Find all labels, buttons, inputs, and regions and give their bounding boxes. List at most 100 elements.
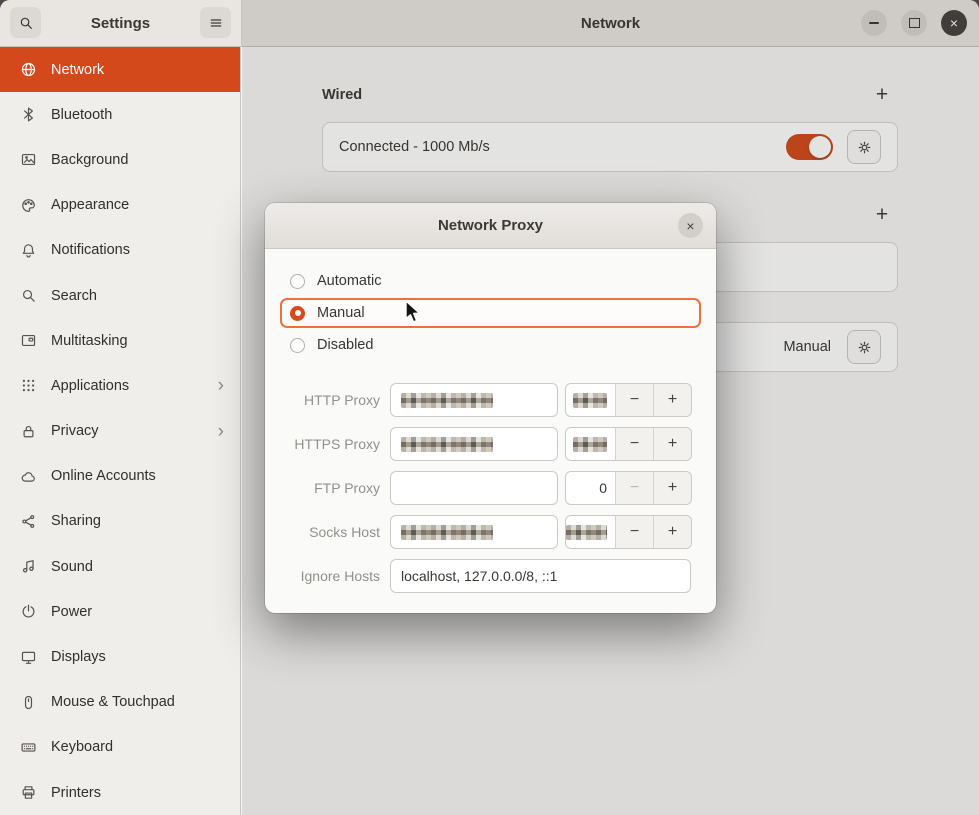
http-proxy-port-spinner: − +: [565, 383, 692, 417]
music-note-icon: [20, 558, 37, 575]
field-label: FTP Proxy: [280, 480, 380, 496]
share-icon: [20, 513, 37, 530]
https-proxy-row: HTTPS Proxy − +: [280, 427, 716, 461]
socks-host-row: Socks Host − +: [280, 515, 716, 549]
ftp-proxy-row: FTP Proxy 0 − +: [280, 471, 716, 505]
sidebar-item-label: Network: [51, 62, 104, 78]
redacted-port-value: [566, 525, 607, 540]
sidebar-item-privacy[interactable]: Privacy ›: [0, 409, 240, 454]
bluetooth-icon: [20, 106, 37, 123]
sidebar-item-bluetooth[interactable]: Bluetooth: [0, 92, 240, 137]
sidebar-item-network[interactable]: Network: [0, 47, 240, 92]
sidebar-item-search[interactable]: Search: [0, 273, 240, 318]
settings-sidebar: Network Bluetooth Background Appearance …: [0, 47, 241, 815]
field-label: HTTPS Proxy: [280, 436, 380, 452]
ignore-hosts-input[interactable]: localhost, 127.0.0.0/8, ::1: [390, 559, 691, 593]
socks-port-spinner: − +: [565, 515, 692, 549]
sidebar-item-applications[interactable]: Applications ›: [0, 363, 240, 408]
dialog-headerbar: Network Proxy ×: [265, 203, 716, 249]
http-proxy-row: HTTP Proxy − +: [280, 383, 716, 417]
port-increment-button[interactable]: +: [653, 428, 691, 460]
socks-host-input[interactable]: [390, 515, 558, 549]
proxy-option-manual[interactable]: Manual: [280, 298, 701, 328]
port-value[interactable]: [566, 428, 615, 460]
ftp-proxy-port-spinner: 0 − +: [565, 471, 692, 505]
sidebar-item-background[interactable]: Background: [0, 137, 240, 182]
sidebar-item-multitasking[interactable]: Multitasking: [0, 318, 240, 363]
mouse-icon: [20, 694, 37, 711]
port-value[interactable]: 0: [566, 472, 615, 504]
field-label: Socks Host: [280, 524, 380, 540]
radio-unchecked-icon: [290, 338, 305, 353]
sidebar-item-label: Sharing: [51, 513, 101, 529]
ftp-proxy-host-input[interactable]: [390, 471, 558, 505]
proxy-option-disabled[interactable]: Disabled: [280, 330, 701, 360]
dialog-title: Network Proxy: [438, 217, 543, 234]
chevron-right-icon: ›: [218, 376, 240, 395]
port-increment-button[interactable]: +: [653, 516, 691, 548]
sidebar-item-sharing[interactable]: Sharing: [0, 499, 240, 544]
dialog-close-button[interactable]: ×: [678, 213, 703, 238]
sidebar-item-notifications[interactable]: Notifications: [0, 228, 240, 273]
sidebar-item-label: Bluetooth: [51, 107, 112, 123]
ignore-hosts-row: Ignore Hosts localhost, 127.0.0.0/8, ::1: [280, 559, 716, 593]
sidebar-item-label: Mouse & Touchpad: [51, 694, 175, 710]
chevron-right-icon: ›: [218, 422, 240, 441]
radio-label: Disabled: [317, 337, 373, 353]
field-label: HTTP Proxy: [280, 392, 380, 408]
redacted-host-value: [401, 437, 493, 452]
multitasking-icon: [20, 332, 37, 349]
sidebar-headerbar: Settings: [0, 0, 242, 47]
sidebar-item-sound[interactable]: Sound: [0, 544, 240, 589]
ignore-hosts-value: localhost, 127.0.0.0/8, ::1: [401, 568, 557, 584]
printer-icon: [20, 784, 37, 801]
sidebar-item-keyboard[interactable]: Keyboard: [0, 725, 240, 770]
port-decrement-button[interactable]: −: [615, 428, 653, 460]
apps-grid-icon: [20, 377, 37, 394]
https-proxy-port-spinner: − +: [565, 427, 692, 461]
sidebar-item-power[interactable]: Power: [0, 589, 240, 634]
radio-checked-icon: [290, 306, 305, 321]
sidebar-item-label: Notifications: [51, 242, 130, 258]
search-icon: [20, 287, 37, 304]
redacted-port-value: [573, 437, 607, 452]
port-increment-button[interactable]: +: [653, 384, 691, 416]
port-decrement-button[interactable]: −: [615, 384, 653, 416]
menu-button[interactable]: [200, 7, 231, 38]
proxy-option-automatic[interactable]: Automatic: [280, 266, 701, 296]
radio-unchecked-icon: [290, 274, 305, 289]
port-decrement-button: −: [615, 472, 653, 504]
port-value[interactable]: [566, 384, 615, 416]
redacted-port-value: [573, 393, 607, 408]
sidebar-item-label: Keyboard: [51, 739, 113, 755]
radio-dot: [295, 310, 301, 316]
palette-icon: [20, 197, 37, 214]
sidebar-item-label: Background: [51, 152, 128, 168]
sidebar-item-mouse-touchpad[interactable]: Mouse & Touchpad: [0, 680, 240, 725]
sidebar-item-label: Multitasking: [51, 333, 128, 349]
http-proxy-host-input[interactable]: [390, 383, 558, 417]
sidebar-item-label: Printers: [51, 785, 101, 801]
radio-label: Manual: [317, 305, 365, 321]
sidebar-item-printers[interactable]: Printers: [0, 770, 240, 815]
sidebar-item-online-accounts[interactable]: Online Accounts: [0, 454, 240, 499]
dialog-body: Automatic Manual Disabled HTTP Proxy − +: [265, 249, 716, 593]
keyboard-icon: [20, 739, 37, 756]
search-button[interactable]: [10, 7, 41, 38]
sidebar-item-appearance[interactable]: Appearance: [0, 183, 240, 228]
search-icon: [18, 15, 34, 31]
port-value[interactable]: [566, 516, 615, 548]
sidebar-item-label: Privacy: [51, 423, 99, 439]
sidebar-item-label: Search: [51, 288, 97, 304]
sidebar-item-displays[interactable]: Displays: [0, 634, 240, 679]
network-proxy-dialog: Network Proxy × Automatic Manual Disable…: [265, 203, 716, 613]
port-increment-button[interactable]: +: [653, 472, 691, 504]
globe-icon: [20, 61, 37, 78]
port-decrement-button[interactable]: −: [615, 516, 653, 548]
proxy-form: HTTP Proxy − + HTTPS Proxy − +: [265, 383, 716, 593]
https-proxy-host-input[interactable]: [390, 427, 558, 461]
bell-icon: [20, 242, 37, 259]
monitor-icon: [20, 649, 37, 666]
sidebar-item-label: Applications: [51, 378, 129, 394]
sidebar-item-label: Displays: [51, 649, 106, 665]
